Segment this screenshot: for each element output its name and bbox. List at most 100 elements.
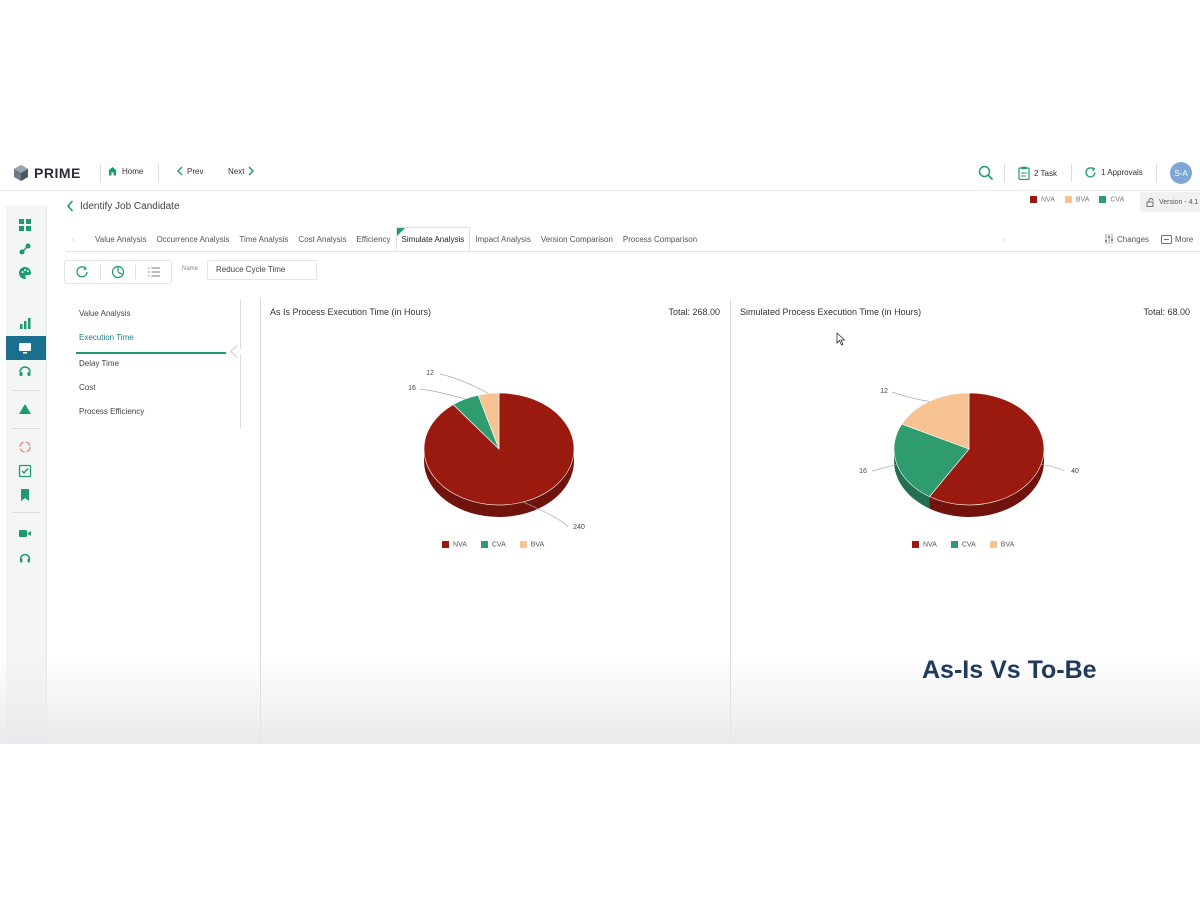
legend-label: BVA xyxy=(530,541,545,549)
next-button[interactable]: Next xyxy=(228,166,255,176)
refresh-view-button[interactable] xyxy=(65,261,100,283)
tasks-label: 2 Task xyxy=(1034,168,1057,178)
metric-delay-time[interactable]: Delay Time xyxy=(76,354,226,378)
checklist-icon[interactable] xyxy=(18,464,32,478)
tab-simulate-analysis[interactable]: Simulate Analysis xyxy=(395,226,471,252)
legend-swatch xyxy=(480,541,488,548)
name-label: Name xyxy=(182,266,199,272)
topbar-separator xyxy=(1004,164,1005,182)
list-icon xyxy=(147,267,160,277)
back-chevron-icon[interactable] xyxy=(66,200,74,212)
home-button[interactable]: Home xyxy=(107,166,143,176)
chart-divider xyxy=(730,299,731,744)
logo[interactable]: PRIME xyxy=(12,164,81,182)
tab-efficiency[interactable]: Efficiency xyxy=(351,227,395,251)
process-flow-icon[interactable] xyxy=(18,242,32,256)
support-headphones-icon[interactable] xyxy=(18,550,32,564)
pie-data-label-cva: 16 xyxy=(408,385,416,392)
pie-leader-line xyxy=(871,463,897,472)
topbar-separator xyxy=(158,164,159,182)
legend-item-cva: CVA xyxy=(1099,196,1124,203)
tab-impact-analysis[interactable]: Impact Analysis xyxy=(470,227,536,251)
legend-swatch xyxy=(912,541,919,548)
approvals-button[interactable]: 1 Approvals xyxy=(1084,166,1143,179)
chevron-right-icon xyxy=(248,166,255,176)
tab-time-analysis[interactable]: Time Analysis xyxy=(234,227,293,251)
more-button[interactable]: More xyxy=(1161,234,1194,244)
triangle-icon[interactable] xyxy=(18,402,32,416)
pie-view-button[interactable] xyxy=(101,261,136,283)
bar-chart-icon[interactable] xyxy=(18,316,32,330)
tab-value-analysis[interactable]: Value Analysis xyxy=(90,227,151,251)
page-title: Identify Job Candidate xyxy=(66,200,180,212)
legend-swatch xyxy=(519,541,527,548)
tab-cost-analysis[interactable]: Cost Analysis xyxy=(293,227,351,251)
version-selector[interactable]: Version - 4.1 xyxy=(1140,192,1200,212)
legend-swatch xyxy=(989,541,997,548)
legend-swatch xyxy=(1064,196,1072,203)
legend-item-bva: BVA xyxy=(1064,196,1089,203)
legend-swatch xyxy=(1030,196,1037,203)
refresh-icon xyxy=(76,266,88,278)
legend-item-bva: BVA xyxy=(519,541,545,549)
home-icon xyxy=(108,167,117,176)
page-title-text: Identify Job Candidate xyxy=(80,200,180,212)
sidebar-separator xyxy=(12,512,40,513)
chart-legend: NVA CVA BVA xyxy=(912,541,1014,548)
metric-process-efficiency[interactable]: Process Efficiency xyxy=(76,402,226,426)
simulated-pie-chart: 40 16 12 xyxy=(859,388,1079,517)
prev-label: Prev xyxy=(187,166,204,176)
as-is-chart-panel: As Is Process Execution Time (in Hours) … xyxy=(262,299,728,599)
palette-icon[interactable] xyxy=(18,266,32,280)
changes-button[interactable]: Changes xyxy=(1104,234,1149,244)
legend-item-nva: NVA xyxy=(912,541,937,548)
next-label: Next xyxy=(228,166,245,176)
pie-leader-line xyxy=(439,373,489,394)
legend-item-nva: NVA xyxy=(442,541,467,548)
metric-list: Value Analysis Execution Time Delay Time Co… xyxy=(76,304,226,426)
avatar[interactable]: S-A xyxy=(1170,162,1192,184)
tabs-scroll-left-icon[interactable]: ‹ xyxy=(72,234,75,244)
headset-icon[interactable] xyxy=(18,364,32,378)
list-view-button[interactable] xyxy=(136,261,171,283)
sync-icon[interactable] xyxy=(18,440,32,454)
legend-label: CVA xyxy=(491,541,506,549)
version-label: Version - 4.1 xyxy=(1159,198,1199,206)
more-icon xyxy=(1161,234,1173,244)
analysis-tabs: Value Analysis Occurrence Analysis Time An… xyxy=(90,226,702,252)
pie-leader-line xyxy=(891,391,930,402)
video-camera-icon[interactable] xyxy=(18,526,32,540)
metric-value-analysis[interactable]: Value Analysis xyxy=(76,304,226,328)
tab-version-comparison[interactable]: Version Comparison xyxy=(536,227,618,251)
monitor-icon[interactable] xyxy=(18,341,32,355)
tab-occurrence-analysis[interactable]: Occurrence Analysis xyxy=(151,227,234,251)
legend-item-bva: BVA xyxy=(989,541,1014,548)
legend-swatch xyxy=(1099,196,1107,203)
more-label: More xyxy=(1175,234,1194,244)
as-is-pie-chart: 240 16 12 xyxy=(408,370,585,531)
bookmark-icon[interactable] xyxy=(18,488,32,502)
overlay-caption: As-Is Vs To-Be xyxy=(922,656,1097,684)
legend-item-nva: NVA xyxy=(1030,196,1055,203)
grid-icon[interactable] xyxy=(18,218,32,232)
topbar-separator xyxy=(1156,164,1157,182)
tasks-button[interactable]: 2 Task xyxy=(1018,166,1057,180)
prev-button[interactable]: Prev xyxy=(176,166,203,176)
pie-chart-icon xyxy=(111,265,125,279)
clipboard-icon xyxy=(1018,166,1030,180)
refresh-icon xyxy=(1085,166,1096,178)
legend-swatch xyxy=(950,541,958,548)
simulated-chart-panel: Simulated Process Execution Time (in Hou… xyxy=(732,299,1198,599)
top-bar: PRIME Home Prev Next 2 Task 1 Approvals xyxy=(0,154,1200,191)
search-icon[interactable] xyxy=(978,165,994,181)
metric-cost[interactable]: Cost xyxy=(76,378,226,402)
tabs-scroll-right-icon[interactable]: › xyxy=(1002,234,1005,244)
name-input[interactable]: Reduce Cycle Time xyxy=(207,260,317,280)
pie-data-label-bva: 12 xyxy=(880,388,888,395)
tab-process-comparison[interactable]: Process Comparison xyxy=(618,227,702,251)
metric-list-border xyxy=(240,299,241,429)
chart-divider xyxy=(260,299,261,744)
metric-execution-time[interactable]: Execution Time xyxy=(76,328,226,354)
legend-label: NVA xyxy=(1041,196,1055,204)
legend-label: CVA xyxy=(1110,196,1125,204)
